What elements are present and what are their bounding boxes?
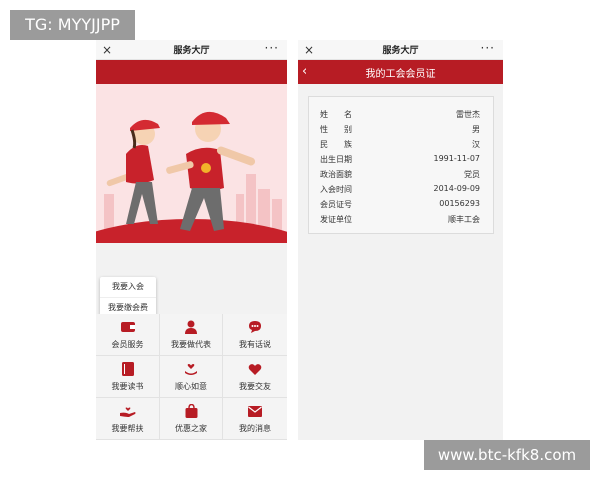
service-hall-screen: × 服务大厅 ··· 我要入会 我要缴会费 会员服务 我要做代表 我有话说 我要… [96, 40, 287, 440]
service-item-discounts[interactable]: 优惠之家 [160, 398, 223, 440]
heart-hand-icon [183, 361, 199, 377]
service-item-label: 顺心如意 [175, 382, 207, 391]
banner-artwork [96, 84, 287, 243]
service-item-friends[interactable]: 我要交友 [223, 356, 287, 398]
field-label: 性 别 [320, 125, 352, 134]
service-item-label: 优惠之家 [175, 424, 207, 433]
card-header-title: 我的工会会员证 [365, 69, 436, 80]
heart-icon [247, 361, 263, 377]
hand-help-icon [119, 403, 136, 419]
service-item-label: 会员服务 [111, 340, 144, 349]
screenshot-canvas: TG: MYYJJPP × 服务大厅 ··· 我要入会 我要缴会费 会员服务 我… [0, 0, 600, 480]
page-title: 服务大厅 [382, 46, 419, 56]
window-titlebar: × 服务大厅 ··· [96, 40, 287, 60]
header-bar [96, 60, 287, 84]
field-value: 顺丰工会 [448, 215, 480, 224]
field-value: 男 [472, 125, 480, 134]
mail-icon [247, 403, 263, 419]
service-item-wishes[interactable]: 顺心如意 [160, 356, 223, 398]
card-row-ethnicity: 民 族 汉 [320, 139, 480, 153]
service-item-reading[interactable]: 我要读书 [96, 356, 160, 398]
field-label: 出生日期 [320, 155, 352, 164]
card-row-issuer: 发证单位 顺丰工会 [320, 214, 480, 228]
field-value: 1991-11-07 [433, 154, 481, 163]
field-value: 00156293 [439, 199, 480, 208]
join-union-menu-item[interactable]: 我要入会 [100, 277, 156, 297]
wallet-icon [120, 319, 136, 335]
service-item-label: 我有话说 [239, 340, 271, 349]
user-icon [183, 319, 199, 335]
bag-icon [183, 403, 199, 419]
field-label: 政治面貌 [320, 170, 352, 179]
service-item-messages[interactable]: 我的消息 [223, 398, 287, 440]
card-row-member-number: 会员证号 00156293 [320, 199, 480, 213]
more-icon[interactable]: ··· [481, 40, 495, 56]
field-value: 2014-09-09 [433, 184, 481, 193]
field-value: 汉 [472, 140, 480, 149]
page-title: 服务大厅 [173, 46, 210, 56]
service-item-feedback[interactable]: 我有话说 [223, 314, 287, 356]
join-popup-menu: 我要入会 我要缴会费 [100, 277, 156, 317]
book-icon [120, 361, 136, 377]
window-titlebar: × 服务大厅 ··· [298, 40, 503, 60]
more-icon[interactable]: ··· [265, 40, 279, 56]
field-label: 入会时间 [320, 185, 352, 194]
service-item-label: 我的消息 [239, 424, 271, 433]
service-item-representative[interactable]: 我要做代表 [160, 314, 223, 356]
chat-icon [247, 319, 263, 335]
card-row-join-date: 入会时间 2014-09-09 [320, 184, 480, 198]
member-card-screen: × 服务大厅 ··· ‹ 我的工会会员证 姓 名 雷世杰 性 别 男 民 族 汉… [298, 40, 503, 440]
card-row-gender: 性 别 男 [320, 124, 480, 138]
header-bar: ‹ 我的工会会员证 [298, 60, 503, 84]
watermark-bottom: www.btc-kfk8.com [424, 440, 590, 470]
field-label: 民 族 [320, 140, 352, 149]
watermark-top: TG: MYYJJPP [10, 10, 135, 40]
service-item-label: 我要做代表 [171, 340, 211, 349]
card-row-birthdate: 出生日期 1991-11-07 [320, 154, 480, 168]
card-row-political-status: 政治面貌 党员 [320, 169, 480, 183]
field-value: 雷世杰 [456, 110, 480, 119]
member-card: 姓 名 雷世杰 性 别 男 民 族 汉 出生日期 1991-11-07 政治面貌… [308, 96, 494, 234]
card-row-name: 姓 名 雷世杰 [320, 109, 480, 123]
service-item-member-services[interactable]: 会员服务 [96, 314, 160, 356]
service-item-label: 我要帮扶 [111, 424, 144, 433]
field-label: 会员证号 [320, 200, 352, 209]
field-label: 发证单位 [320, 215, 352, 224]
field-label: 姓 名 [320, 110, 352, 119]
service-grid: 会员服务 我要做代表 我有话说 我要读书 顺心如意 我要交友 我要帮扶 优惠之家… [96, 314, 287, 440]
service-item-assistance[interactable]: 我要帮扶 [96, 398, 160, 440]
service-item-label: 我要交友 [239, 382, 271, 391]
banner-illustration [96, 84, 287, 243]
service-item-label: 我要读书 [111, 382, 144, 391]
field-value: 党员 [464, 170, 480, 179]
